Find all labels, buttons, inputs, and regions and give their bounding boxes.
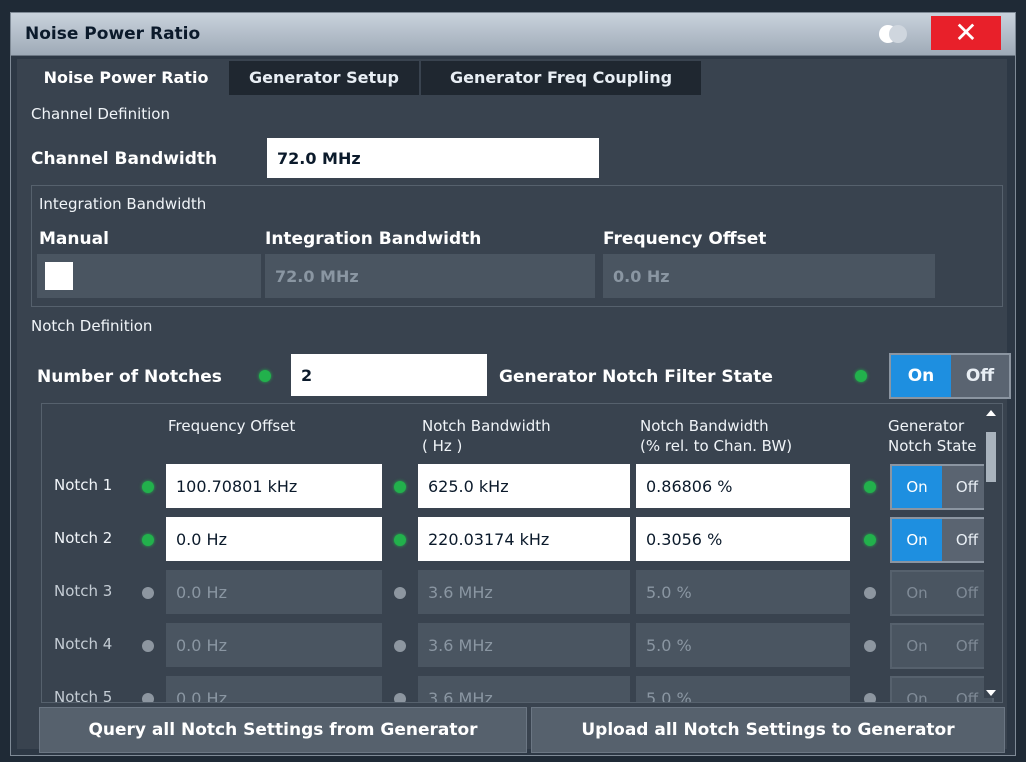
notch-bw-led-icon — [394, 640, 406, 652]
filter-state-led-icon — [855, 370, 867, 382]
dialog-content: Noise Power Ratio Generator Setup Genera… — [17, 59, 1011, 753]
notch-row-label: Notch 2 — [54, 529, 113, 547]
col-generator-notch-state: Generator Notch State — [888, 417, 977, 455]
integration-bw-field: 72.0 MHz — [265, 254, 595, 298]
notch-generator-state-toggle[interactable]: On Off — [890, 517, 994, 563]
dialog-title: Noise Power Ratio — [25, 24, 201, 44]
notch-state-on-option: On — [906, 584, 928, 602]
notch-bandwidth-pct-field[interactable]: 0.86806 % — [636, 464, 850, 508]
table-scrollbar[interactable] — [984, 408, 998, 698]
notch-bandwidth-hz-field: 3.6 MHz — [418, 623, 630, 667]
notch-freq-led-icon — [142, 693, 154, 702]
notch-state-on-option: On — [906, 637, 928, 655]
notch-state-on-option[interactable]: On — [892, 466, 942, 508]
notch-bandwidth-pct-field[interactable]: 0.3056 % — [636, 517, 850, 561]
notch-definition-heading: Notch Definition — [31, 317, 153, 335]
tab-generator-setup[interactable]: Generator Setup — [229, 61, 419, 95]
scroll-down-icon[interactable] — [986, 690, 996, 696]
notch-generator-state-toggle[interactable]: On Off — [890, 464, 994, 510]
number-of-notches-label: Number of Notches — [37, 367, 222, 387]
notch-bandwidth-hz-field[interactable]: 625.0 kHz — [418, 464, 630, 508]
notch-state-led-icon — [864, 587, 876, 599]
notch-state-led-icon — [864, 481, 876, 493]
notch-bandwidth-pct-field: 5.0 % — [636, 570, 850, 614]
upload-notch-settings-button[interactable]: Upload all Notch Settings to Generator — [531, 707, 1005, 753]
notch-bandwidth-pct-field: 5.0 % — [636, 676, 850, 702]
col-notch-bw-pct: Notch Bandwidth (% rel. to Chan. BW) — [640, 417, 793, 455]
channel-bandwidth-field[interactable]: 72.0 MHz — [267, 138, 599, 178]
integration-bandwidth-heading: Integration Bandwidth — [39, 195, 207, 213]
col-frequency-offset: Frequency Offset — [168, 417, 296, 435]
notch-state-on-option[interactable]: On — [892, 519, 942, 561]
notch-row-label: Notch 3 — [54, 582, 113, 600]
notch-frequency-offset-field: 0.0 Hz — [166, 570, 382, 614]
notch-generator-state-toggle: On Off — [890, 676, 994, 703]
notch-frequency-offset-field: 0.0 Hz — [166, 623, 382, 667]
generator-notch-filter-toggle[interactable]: On Off — [889, 353, 1011, 399]
notch-bw-led-icon — [394, 587, 406, 599]
noise-power-ratio-dialog: Noise Power Ratio ✕ Noise Power Ratio Ge… — [10, 12, 1016, 756]
notch-frequency-offset-field: 0.0 Hz — [166, 676, 382, 702]
scroll-thumb[interactable] — [986, 432, 996, 482]
channel-definition-heading: Channel Definition — [31, 105, 170, 123]
notch-generator-state-toggle: On Off — [890, 570, 994, 616]
notch-row-label: Notch 4 — [54, 635, 113, 653]
generator-notch-filter-state-label: Generator Notch Filter State — [499, 367, 773, 387]
notch-row-label: Notch 1 — [54, 476, 113, 494]
notch-bandwidth-hz-field: 3.6 MHz — [418, 676, 630, 702]
notch-bw-led-icon — [394, 481, 406, 493]
notch-freq-led-icon — [142, 587, 154, 599]
filter-on-option[interactable]: On — [891, 355, 951, 397]
notches-status-led-icon — [259, 370, 271, 382]
notch-state-led-icon — [864, 640, 876, 652]
close-button[interactable]: ✕ — [931, 16, 1001, 50]
notch-state-led-icon — [864, 534, 876, 546]
frequency-offset-field: 0.0 Hz — [603, 254, 935, 298]
notch-frequency-offset-field[interactable]: 100.70801 kHz — [166, 464, 382, 508]
scroll-up-icon[interactable] — [986, 410, 996, 416]
col-notch-bw-hz: Notch Bandwidth( Hz ) — [422, 417, 551, 455]
transparency-toggle-icon[interactable] — [879, 25, 907, 43]
frequency-offset-label: Frequency Offset — [603, 229, 767, 249]
notch-table: Frequency Offset Notch Bandwidth( Hz ) N… — [41, 403, 1003, 703]
notch-freq-led-icon — [142, 534, 154, 546]
channel-bandwidth-label: Channel Bandwidth — [31, 149, 218, 169]
notch-bandwidth-hz-field: 3.6 MHz — [418, 570, 630, 614]
notch-bandwidth-pct-field: 5.0 % — [636, 623, 850, 667]
notch-bw-led-icon — [394, 534, 406, 546]
notch-bw-led-icon — [394, 693, 406, 702]
notch-freq-led-icon — [142, 481, 154, 493]
notch-state-on-option: On — [906, 690, 928, 703]
filter-off-option[interactable]: Off — [951, 355, 1009, 397]
notch-bandwidth-hz-field[interactable]: 220.03174 kHz — [418, 517, 630, 561]
integration-bw-label: Integration Bandwidth — [265, 229, 482, 249]
manual-checkbox-cell — [37, 254, 261, 298]
query-notch-settings-button[interactable]: Query all Notch Settings from Generator — [39, 707, 527, 753]
number-of-notches-field[interactable]: 2 — [291, 354, 487, 396]
manual-label: Manual — [39, 229, 109, 249]
manual-checkbox[interactable] — [45, 262, 73, 290]
notch-row-label: Notch 5 — [54, 688, 113, 703]
tab-noise-power-ratio[interactable]: Noise Power Ratio — [25, 61, 227, 95]
notch-generator-state-toggle: On Off — [890, 623, 994, 669]
notch-state-led-icon — [864, 693, 876, 702]
tab-generator-freq-coupling[interactable]: Generator Freq Coupling — [421, 61, 701, 95]
notch-frequency-offset-field[interactable]: 0.0 Hz — [166, 517, 382, 561]
title-bar: Noise Power Ratio ✕ — [11, 13, 1015, 56]
notch-freq-led-icon — [142, 640, 154, 652]
